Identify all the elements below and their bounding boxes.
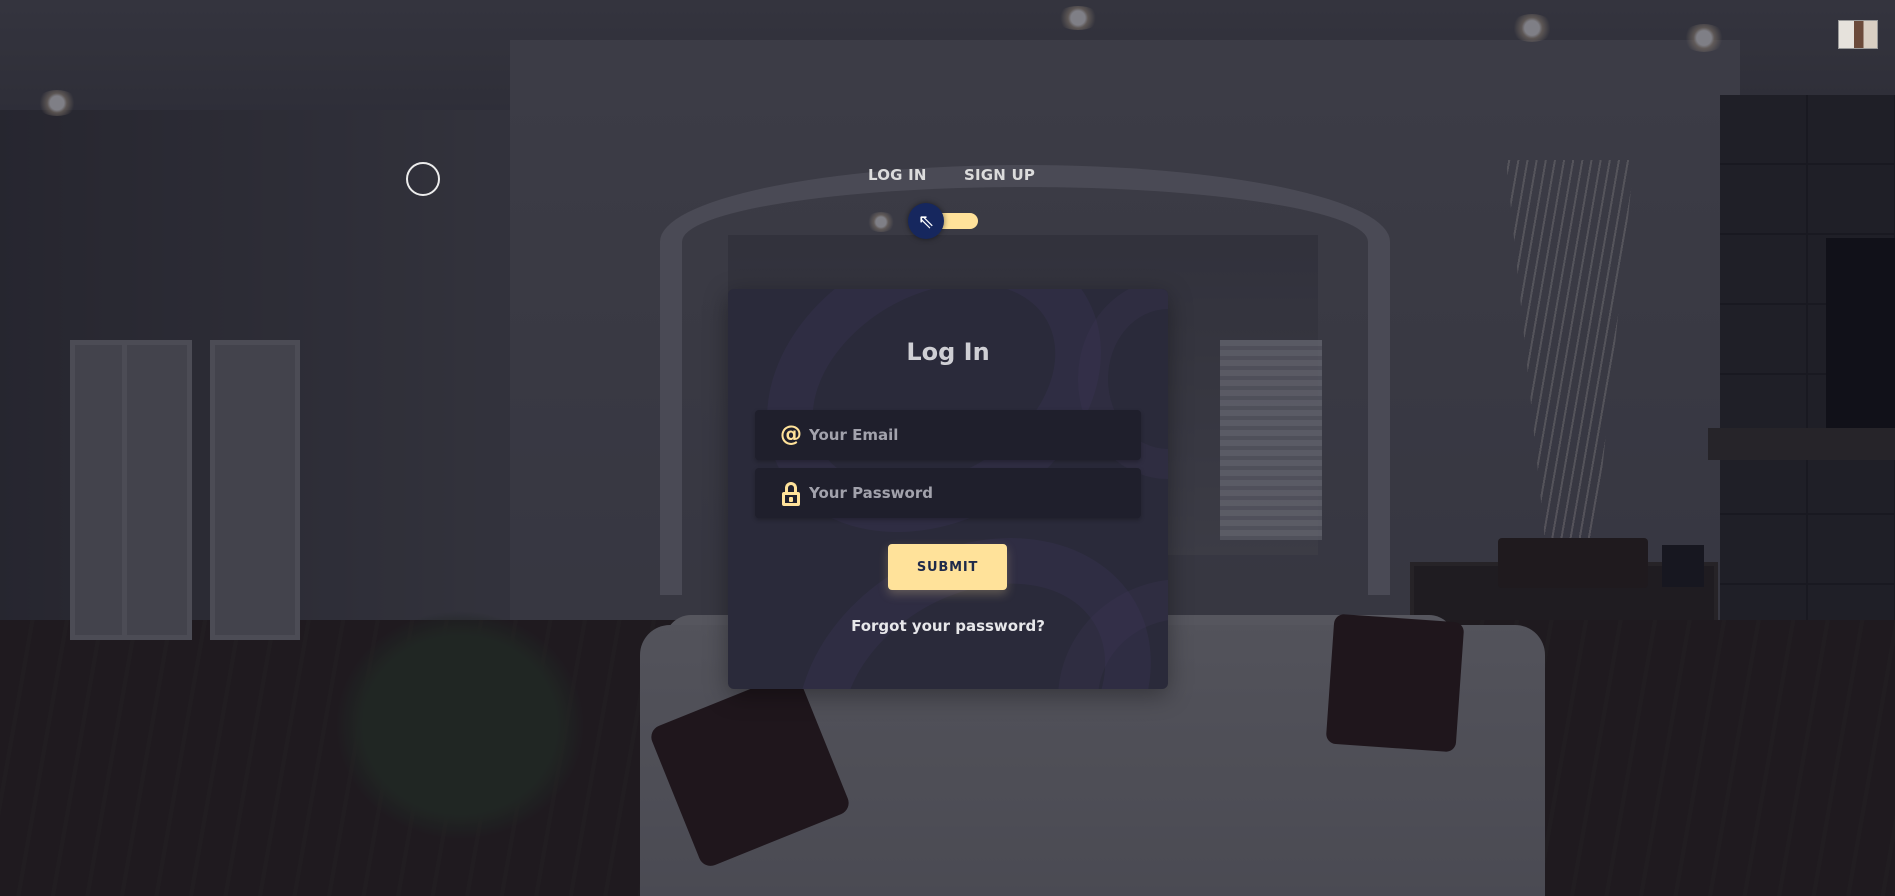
tab-log-in[interactable]: LOG IN <box>868 166 927 184</box>
toggle-knob[interactable]: ⇖ <box>908 203 944 239</box>
arrow-up-left-icon: ⇖ <box>917 209 935 233</box>
submit-button[interactable]: SUBMIT <box>888 544 1007 590</box>
user-avatar-thumbnail[interactable] <box>1838 20 1878 49</box>
password-input[interactable] <box>809 468 1129 518</box>
card-title: Log In <box>906 338 990 366</box>
password-field[interactable] <box>755 468 1141 518</box>
tab-sign-up[interactable]: SIGN UP <box>964 166 1035 184</box>
login-card: Log In @ SUBMIT Forgot your password? <box>728 289 1168 689</box>
at-icon: @ <box>780 422 802 447</box>
email-input[interactable] <box>809 410 1129 460</box>
lock-icon <box>780 482 802 506</box>
email-field[interactable]: @ <box>755 410 1141 460</box>
circle-cursor-indicator <box>406 162 440 196</box>
forgot-password-link[interactable]: Forgot your password? <box>728 617 1168 635</box>
